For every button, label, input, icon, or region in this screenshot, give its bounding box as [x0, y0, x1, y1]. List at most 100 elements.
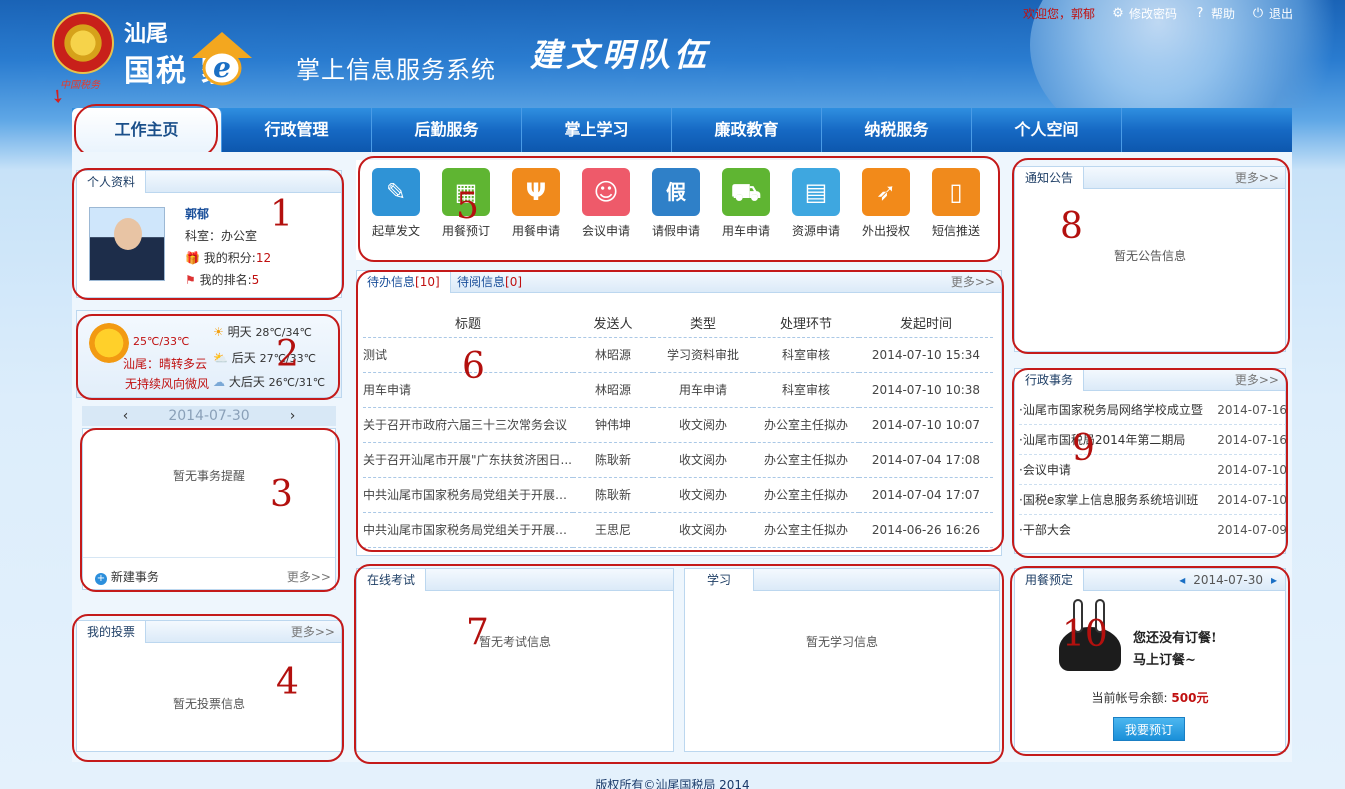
todo-more-link[interactable]: 更多>>: [951, 271, 995, 293]
cloudy-icon: ⛅: [213, 351, 228, 365]
quick-resource-request[interactable]: ▤ 资源申请: [781, 168, 851, 239]
table-row[interactable]: 中共汕尾市国家税务局党组关于开展培... 陈耿新 收文阅办 办公室主任拟办 2014-0…: [363, 477, 993, 513]
tasks-more-link[interactable]: 更多>>: [287, 568, 331, 585]
row-title[interactable]: 关于召开市政府六届三十三次常务会议: [363, 407, 573, 443]
power-icon: ⏻: [1252, 5, 1264, 21]
nav-personal[interactable]: 个人空间: [972, 108, 1122, 152]
table-row[interactable]: 中共汕尾市国家税务局党组关于开展培... 王思尼 收文阅办 办公室主任拟办 2014-0…: [363, 512, 993, 548]
main-nav: 工作主页 行政管理 后勤服务 掌上学习 廉政教育 纳税服务 个人空间: [72, 108, 1292, 152]
quick-car-request[interactable]: ⛟ 用车申请: [711, 168, 781, 239]
profile-tab: 个人资料: [77, 171, 147, 193]
notice-panel: 通知公告 更多>> 暂无公告信息: [1014, 166, 1286, 352]
nav-learning[interactable]: 掌上学习: [522, 108, 672, 152]
admin-item-date: 2014-07-16: [1217, 403, 1287, 417]
phone-icon: ▯: [932, 168, 980, 216]
nav-home[interactable]: 工作主页: [72, 108, 222, 152]
meal-prev-button[interactable]: ◂: [1179, 569, 1185, 591]
welcome-text: 欢迎您，郭郁: [1022, 7, 1095, 21]
table-row[interactable]: 关于召开市政府六届三十三次常务会议 钟伟坤 收文阅办 办公室主任拟办 2014-07-1…: [363, 407, 993, 443]
row-type: 学习资料审批: [653, 337, 753, 373]
logo-e-letter: e: [213, 51, 231, 84]
quick-meeting-request[interactable]: ☺ 会议申请: [571, 168, 641, 239]
gift-icon: 🎁: [185, 251, 200, 265]
quick-outing-auth-label: 外出授权: [861, 224, 910, 238]
row-stage: 办公室主任拟办: [753, 477, 859, 513]
admin-tab: 行政事务: [1015, 369, 1085, 391]
meal-next-button[interactable]: ▸: [1271, 569, 1277, 591]
list-item[interactable]: ·汕尾市国家税务局网络学校成立暨 2014-07-16: [1019, 395, 1287, 425]
admin-more-link[interactable]: 更多>>: [1235, 369, 1279, 391]
help-link[interactable]: ? 帮助: [1193, 5, 1235, 22]
logout-link[interactable]: ⏻ 退出: [1251, 5, 1293, 22]
row-title[interactable]: 中共汕尾市国家税务局党组关于开展培...: [363, 512, 573, 548]
notice-empty: 暂无公告信息: [1113, 249, 1186, 263]
table-row[interactable]: 关于召开汕尾市开展"广东扶贫济困日... 陈耿新 收文阅办 办公室主任拟办 2014-0…: [363, 442, 993, 478]
leave-icon: 假: [652, 168, 700, 216]
votes-more-link[interactable]: 更多>>: [291, 621, 335, 643]
tab-todo[interactable]: 待办信息[10]: [357, 271, 451, 293]
calendar-next-button[interactable]: ›: [290, 408, 296, 424]
exam-panel: 在线考试 暂无考试信息: [356, 568, 674, 752]
annotation-number-9: 9: [1072, 428, 1095, 469]
quick-sms-push[interactable]: ▯ 短信推送: [921, 168, 991, 239]
admin-item-date: 2014-07-10: [1217, 463, 1287, 477]
day2-label: 后天: [231, 351, 256, 365]
row-title[interactable]: 中共汕尾市国家税务局党组关于开展培...: [363, 477, 573, 513]
admin-item-title[interactable]: ·汕尾市国税局2014年第二期局: [1019, 425, 1185, 454]
nav-logistics[interactable]: 后勤服务: [372, 108, 522, 152]
nav-integrity[interactable]: 廉政教育: [672, 108, 822, 152]
day3-temp: 26℃/31℃: [268, 376, 326, 389]
annotation-number-2: 2: [276, 334, 299, 375]
list-item[interactable]: ·干部大会 2014-07-09: [1019, 515, 1287, 545]
nav-tax-service[interactable]: 纳税服务: [822, 108, 972, 152]
admin-item-title[interactable]: ·干部大会: [1019, 515, 1071, 545]
weather-panel: 25℃/33℃ 汕尾：晴转多云 无持续风向微风 ☀ 明天 28℃/34℃ ⛅ 后…: [76, 310, 342, 398]
quick-outing-auth[interactable]: ➶ 外出授权: [851, 168, 921, 239]
col-stage: 处理环节: [753, 309, 859, 338]
plus-icon: +: [95, 573, 107, 585]
row-sender: 钟伟坤: [573, 407, 653, 443]
quick-draft-doc[interactable]: ✎ 起草发文: [361, 168, 431, 239]
col-sender: 发送人: [573, 309, 653, 338]
tasks-empty: 暂无事务提醒: [172, 469, 245, 483]
profile-dept: 科室：办公室: [185, 229, 258, 243]
exam-tab: 在线考试: [357, 569, 427, 591]
car-icon: ⛟: [722, 168, 770, 216]
today-wind: 无持续风向微风: [125, 377, 210, 391]
votes-panel: 我的投票 更多>> 暂无投票信息: [76, 620, 342, 752]
tab-toread[interactable]: 待阅信息[0]: [457, 271, 522, 293]
new-task-button[interactable]: + 新建事务: [95, 568, 159, 585]
table-row[interactable]: 测试 林昭源 学习资料审批 科室审核 2014-07-10 15:34: [363, 337, 993, 373]
calendar-prev-button[interactable]: ‹: [123, 408, 129, 424]
row-type: 收文阅办: [653, 477, 753, 513]
profile-name: 郭郁: [185, 207, 210, 221]
row-title[interactable]: 关于召开汕尾市开展"广东扶贫济困日...: [363, 442, 573, 478]
calendar-bar: ‹ 2014-07-30 ›: [82, 406, 336, 426]
quick-leave-request[interactable]: 假请假申请: [641, 168, 711, 239]
book-meal-button[interactable]: 我要预订: [1113, 717, 1185, 741]
draft-doc-icon: ✎: [372, 168, 420, 216]
votes-header: 我的投票 更多>>: [77, 621, 341, 643]
admin-item-title[interactable]: ·国税e家掌上信息服务系统培训班: [1019, 485, 1198, 514]
row-stage: 办公室主任拟办: [753, 407, 859, 443]
change-password-link[interactable]: ⚙ 修改密码: [1111, 5, 1177, 22]
admin-item-title[interactable]: ·会议申请: [1019, 455, 1071, 484]
exam-header: 在线考试: [357, 569, 673, 591]
admin-header: 行政事务 更多>>: [1015, 369, 1285, 391]
annotation-number-10: 10: [1062, 614, 1108, 655]
profile-panel: 个人资料 郭郁 科室：办公室 🎁 我的积分:12 ⚑ 我的排名:5: [76, 170, 342, 298]
medal-icon: ⚑: [185, 273, 196, 287]
row-sender: 林昭源: [573, 337, 653, 373]
notice-more-link[interactable]: 更多>>: [1235, 167, 1279, 189]
list-item[interactable]: ·国税e家掌上信息服务系统培训班 2014-07-10: [1019, 485, 1287, 515]
nav-admin[interactable]: 行政管理: [222, 108, 372, 152]
quick-meal-request[interactable]: Ψ 用餐申请: [501, 168, 571, 239]
points-value: 12: [255, 251, 272, 265]
row-sender: 陈耿新: [573, 442, 653, 478]
study-empty: 暂无学习信息: [805, 635, 878, 649]
list-item[interactable]: ·汕尾市国税局2014年第二期局 2014-07-16: [1019, 425, 1287, 455]
table-row[interactable]: 用车申请 林昭源 用车申请 科室审核 2014-07-10 10:38: [363, 372, 993, 408]
points-label: 我的积分:: [203, 251, 256, 265]
admin-item-title[interactable]: ·汕尾市国家税务局网络学校成立暨: [1019, 395, 1203, 424]
list-item[interactable]: ·会议申请 2014-07-10: [1019, 455, 1287, 485]
